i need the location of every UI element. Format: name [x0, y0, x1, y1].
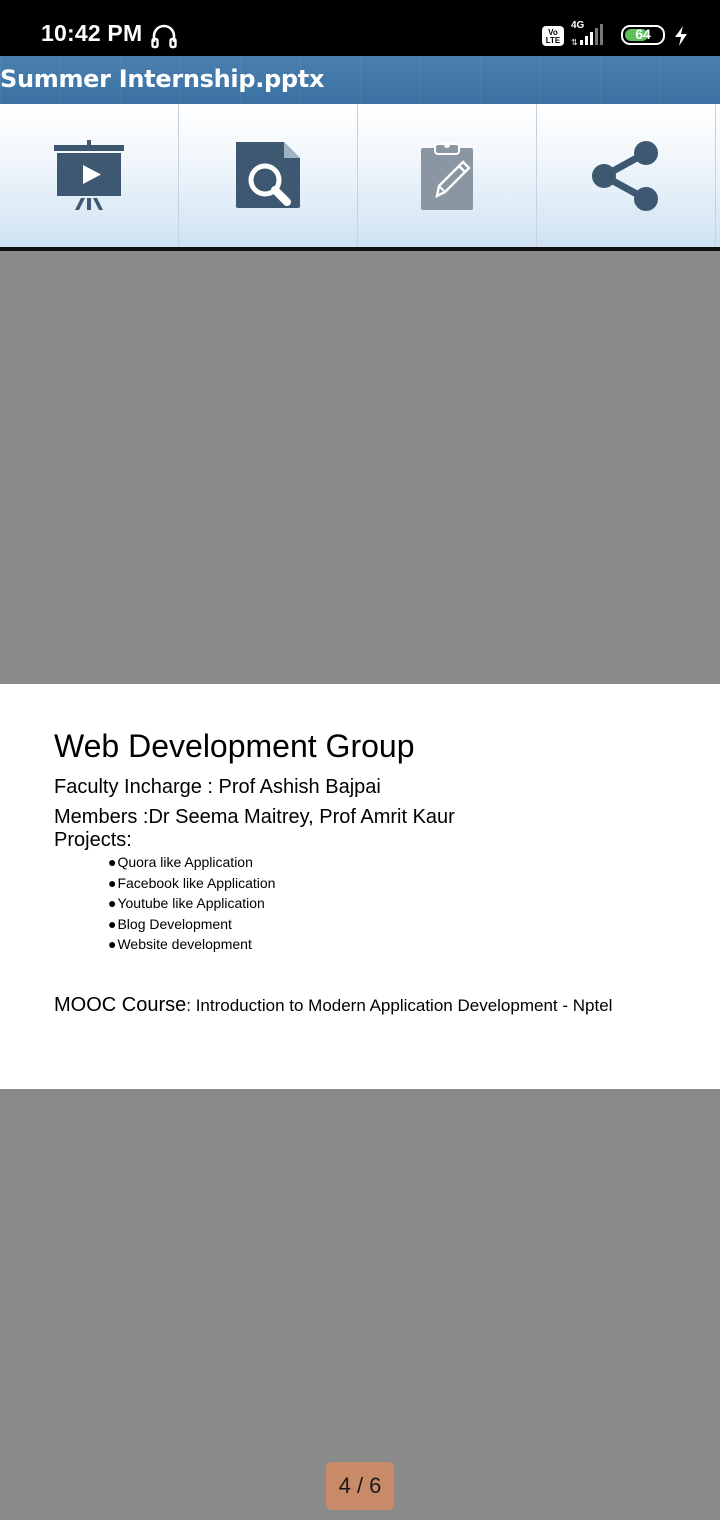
search-button[interactable] [179, 104, 358, 247]
project-name: Youtube like Application [117, 895, 265, 911]
clipboard-edit-icon [421, 141, 473, 210]
bolt-icon [675, 26, 687, 46]
signal-icon: 4G ⇅ [571, 20, 611, 50]
clock: 10:42 PM [41, 20, 143, 46]
list-item: ●Youtube like Application [108, 893, 275, 914]
faculty-incharge-text: Faculty Incharge : Prof Ashish Bajpai [54, 776, 381, 798]
mooc-label: MOOC Course [54, 994, 187, 1016]
slide-title: Web Development Group [54, 728, 415, 764]
share-button[interactable] [537, 104, 716, 247]
list-item: ●Website development [108, 934, 275, 955]
list-item: ●Blog Development [108, 914, 275, 935]
status-bar: 10:42 PM Vo LTE 4G ⇅ 64 [0, 0, 720, 56]
slide-viewer[interactable]: Web Development Group Faculty Incharge :… [0, 251, 720, 1520]
bullet-icon: ● [108, 915, 117, 932]
projects-list: ●Quora like Application ●Facebook like A… [108, 852, 275, 955]
presentation-play-icon [54, 139, 124, 210]
list-item: ●Facebook like Application [108, 873, 275, 894]
document-title: Summer Internship.pptx [0, 65, 325, 93]
mooc-value: : Introduction to Modern Application Dev… [186, 996, 613, 1015]
bullet-icon: ● [108, 895, 117, 911]
bullet-icon: ● [108, 936, 117, 952]
battery-level-text: 64 [635, 26, 651, 42]
document-search-icon [236, 141, 300, 208]
page-indicator: 4 / 6 [326, 1462, 394, 1510]
slide[interactable]: Web Development Group Faculty Incharge :… [0, 684, 720, 1089]
project-name: Quora like Application [117, 854, 253, 870]
members-text: Members :Dr Seema Maitrey, Prof Amrit Ka… [54, 806, 455, 828]
svg-text:⇅: ⇅ [571, 38, 578, 47]
edit-button[interactable] [358, 104, 537, 247]
slideshow-button[interactable] [0, 104, 179, 247]
mooc-course-line: MOOC Course: Introduction to Modern Appl… [54, 994, 612, 1017]
share-icon [592, 140, 658, 211]
toolbar [0, 104, 720, 251]
bullet-icon: ● [108, 874, 117, 891]
headphones-icon [151, 24, 177, 49]
bullet-icon: ● [108, 854, 117, 870]
list-item: ●Quora like Application [108, 852, 275, 873]
project-name: Website development [117, 936, 252, 952]
title-bar: Summer Internship.pptx [0, 56, 720, 104]
project-name: Blog Development [117, 915, 232, 932]
volte-icon: Vo LTE [542, 26, 564, 46]
projects-label: Projects: [54, 829, 132, 851]
project-name: Facebook like Application [117, 874, 276, 891]
battery-icon: 64 [621, 25, 665, 45]
